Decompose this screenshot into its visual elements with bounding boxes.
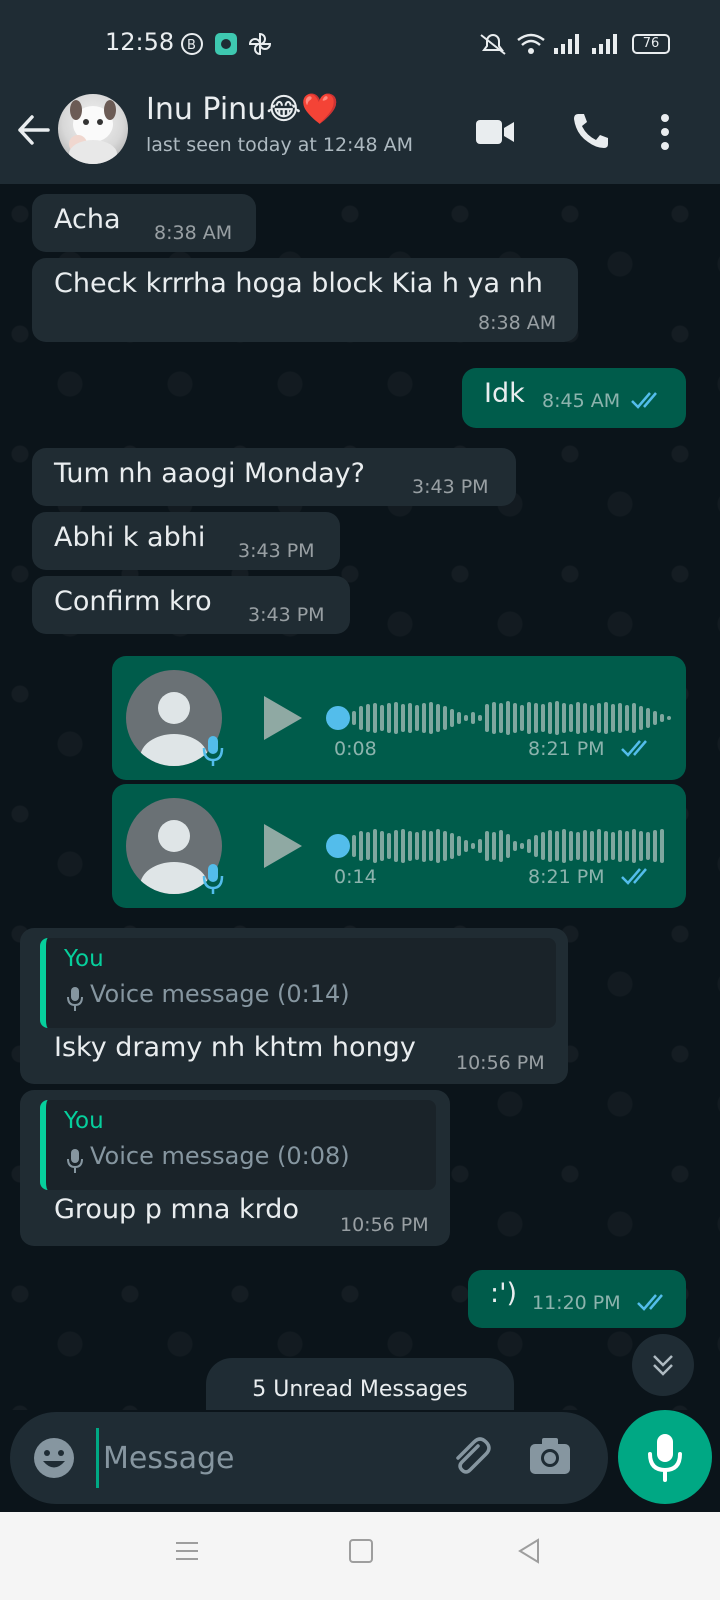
quote-text: Voice message (0:14)	[90, 980, 350, 1008]
system-nav-bar	[0, 1512, 720, 1600]
waveform[interactable]	[352, 828, 664, 864]
notification-pinwheel-icon	[248, 32, 272, 56]
quote-text: Voice message (0:08)	[90, 1142, 350, 1170]
video-call-icon[interactable]	[474, 110, 518, 154]
voice-message[interactable]: 0:14 8:21 PM	[112, 784, 686, 908]
attach-icon[interactable]	[448, 1434, 494, 1480]
battery-indicator: 76	[632, 34, 670, 54]
read-receipt-icon	[621, 868, 647, 885]
waveform[interactable]	[352, 700, 671, 736]
signal-2-icon	[592, 34, 617, 54]
playback-position[interactable]	[326, 706, 350, 730]
message-time: 8:21 PM	[528, 738, 605, 760]
message-time: 10:56 PM	[340, 1214, 429, 1236]
read-receipt-icon	[621, 740, 647, 757]
message-time: 3:43 PM	[412, 476, 489, 498]
quote-author: You	[64, 1108, 104, 1134]
play-button[interactable]	[264, 824, 302, 868]
message-text: Group p mna krdo	[54, 1194, 299, 1225]
back-arrow-icon[interactable]	[14, 110, 54, 150]
message-time: 3:43 PM	[248, 604, 325, 626]
composer	[10, 1412, 608, 1504]
message-input[interactable]	[96, 1428, 426, 1488]
scroll-down-button[interactable]	[632, 1334, 694, 1396]
message-incoming[interactable]: Confirm kro 3:43 PM	[32, 576, 350, 634]
battery-level: 76	[642, 36, 660, 51]
svg-text:B: B	[187, 38, 196, 53]
message-time: 10:56 PM	[456, 1052, 545, 1074]
play-button[interactable]	[264, 696, 302, 740]
more-options-icon[interactable]	[658, 110, 672, 154]
reply-message[interactable]: You Voice message (0:14) Isky dramy nh k…	[20, 928, 568, 1084]
mute-icon	[480, 34, 506, 55]
mic-badge-icon	[202, 736, 224, 766]
message-text: Idk	[484, 378, 525, 409]
message-text: Tum nh aaogi Monday?	[54, 458, 365, 489]
message-outgoing[interactable]: :') 11:20 PM	[468, 1270, 686, 1328]
scroll-down-icon	[653, 1355, 673, 1376]
read-receipt-icon	[631, 392, 657, 409]
quoted-message[interactable]: You Voice message (0:14)	[40, 938, 556, 1028]
message-text: :')	[490, 1278, 518, 1309]
message-time: 8:38 AM	[478, 312, 557, 334]
message-text: Isky dramy nh khtm hongy	[54, 1032, 416, 1063]
recent-apps-icon[interactable]	[174, 1538, 200, 1564]
chat-header: Inu Pinu😂❤️ last seen today at 12:48 AM	[0, 88, 720, 184]
message-text: Confirm kro	[54, 586, 212, 617]
contact-name[interactable]: Inu Pinu😂❤️	[146, 92, 339, 127]
message-time: 8:21 PM	[528, 866, 605, 888]
voice-message[interactable]: 0:08 8:21 PM	[112, 656, 686, 780]
voice-call-icon[interactable]	[570, 110, 612, 152]
emoji-icon[interactable]	[32, 1436, 76, 1480]
reply-message[interactable]: You Voice message (0:08) Group p mna krd…	[20, 1090, 450, 1246]
quote-author: You	[64, 946, 104, 972]
quoted-message[interactable]: You Voice message (0:08)	[40, 1100, 436, 1190]
contact-photo	[69, 100, 117, 164]
camera-icon[interactable]	[528, 1436, 572, 1476]
message-incoming[interactable]: Tum nh aaogi Monday? 3:43 PM	[32, 448, 516, 506]
status-time: 12:58	[105, 28, 175, 56]
message-incoming[interactable]: Acha 8:38 AM	[32, 194, 256, 252]
mic-button[interactable]	[618, 1410, 712, 1504]
mic-icon	[648, 1434, 682, 1482]
message-text: Abhi k abhi	[54, 522, 206, 553]
back-nav-icon[interactable]	[516, 1538, 542, 1564]
message-incoming[interactable]: Abhi k abhi 3:43 PM	[32, 512, 340, 570]
voice-duration: 0:14	[334, 866, 377, 888]
message-time: 8:45 AM	[542, 390, 621, 412]
voice-quote-mic-icon	[67, 987, 83, 1011]
message-text: Acha	[54, 204, 121, 235]
message-time: 11:20 PM	[532, 1292, 621, 1314]
wifi-icon	[517, 33, 545, 54]
message-incoming[interactable]: Check krrrha hoga block Kia h ya nh 8:38…	[32, 258, 578, 342]
voice-quote-mic-icon	[67, 1149, 83, 1173]
unread-banner[interactable]: 5 Unread Messages	[206, 1358, 514, 1410]
message-time: 8:38 AM	[154, 222, 233, 244]
contact-avatar[interactable]	[58, 94, 128, 164]
playback-position[interactable]	[326, 834, 350, 858]
message-text: Check krrrha hoga block Kia h ya nh	[54, 268, 543, 299]
signal-icon	[554, 34, 579, 54]
home-icon[interactable]	[348, 1538, 374, 1564]
read-receipt-icon	[637, 1294, 663, 1311]
message-time: 3:43 PM	[238, 540, 315, 562]
status-bar: 12:58 B 76	[0, 0, 720, 88]
notification-b-icon: B	[181, 33, 203, 55]
mic-badge-icon	[202, 864, 224, 894]
message-outgoing[interactable]: Idk 8:45 AM	[462, 368, 686, 428]
last-seen: last seen today at 12:48 AM	[146, 134, 414, 156]
voice-duration: 0:08	[334, 738, 377, 760]
notification-app-icon	[215, 33, 237, 55]
